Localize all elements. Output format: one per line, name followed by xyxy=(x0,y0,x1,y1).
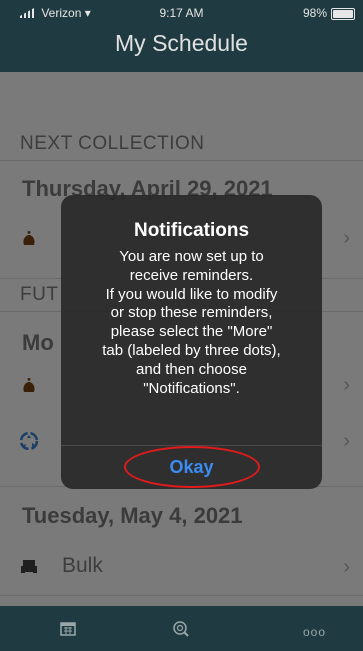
dialog-title: Notifications xyxy=(133,220,250,241)
bulk-date: Tuesday, May 4, 2021 xyxy=(22,503,243,528)
status-bar: Verizon ▾ 9:17 AM 98% xyxy=(0,4,363,22)
next-collection-label: NEXT COLLECTION xyxy=(20,133,205,154)
app-screen: Verizon ▾ 9:17 AM 98% My Schedule NEXT C… xyxy=(0,0,363,651)
chevron-right-icon: › xyxy=(343,430,350,452)
trash-bag-icon xyxy=(23,378,35,392)
dialog-message: You are now set up to receive reminders.… xyxy=(71,248,312,398)
chevron-right-icon: › xyxy=(343,227,350,249)
message-line: or stop these reminders, xyxy=(110,304,273,322)
divider xyxy=(0,595,363,596)
message-line: You are now set up to xyxy=(119,248,264,265)
okay-button[interactable]: Okay xyxy=(61,446,322,489)
bottom-tab-bar: ooo xyxy=(0,606,363,651)
bulk-item-label: Bulk xyxy=(62,554,103,577)
message-line: please select the "More" xyxy=(110,323,273,341)
notifications-dialog: Notifications You are now set up to rece… xyxy=(61,195,322,489)
page-title: My Schedule xyxy=(115,30,248,56)
armchair-icon xyxy=(21,560,37,573)
message-line: receive reminders. xyxy=(129,266,254,284)
search-tab-icon[interactable] xyxy=(172,620,190,638)
calendar-tab-icon[interactable] xyxy=(60,620,76,636)
message-line: If you would like to modify xyxy=(105,285,278,303)
future-collections-label: FUT xyxy=(20,284,59,305)
message-line: tab (labeled by three dots), xyxy=(102,341,281,359)
message-line: "Notifications". xyxy=(143,379,240,397)
message-line: and then choose xyxy=(136,360,247,378)
header-bar: Verizon ▾ 9:17 AM 98% My Schedule xyxy=(0,0,363,72)
chevron-right-icon: › xyxy=(343,556,350,578)
trash-bag-icon xyxy=(23,231,35,245)
more-tab-button[interactable]: ooo xyxy=(303,625,326,639)
chevron-right-icon: › xyxy=(343,374,350,396)
list-item-bulk[interactable]: Bulk › xyxy=(20,554,350,584)
divider xyxy=(0,160,363,161)
battery-percent: 98% xyxy=(302,6,327,20)
battery-icon xyxy=(331,8,355,20)
future-date: Mo xyxy=(22,330,54,355)
recycle-icon xyxy=(20,432,38,450)
